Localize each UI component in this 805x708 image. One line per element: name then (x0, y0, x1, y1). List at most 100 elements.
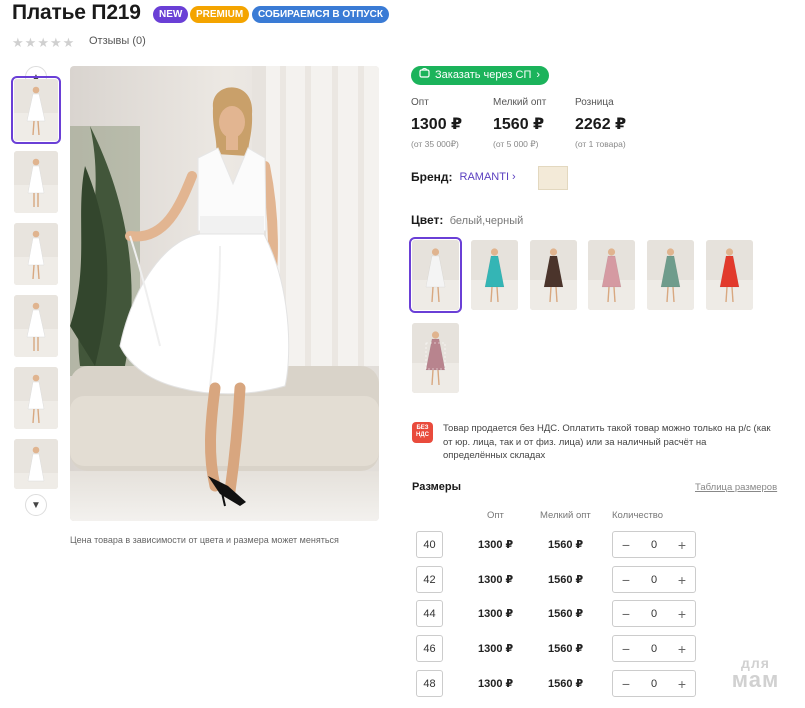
quantity-value[interactable]: 0 (651, 608, 657, 620)
thumbnail[interactable] (14, 439, 58, 489)
color-value: белый,черный (449, 215, 524, 227)
color-swatch[interactable] (530, 240, 577, 310)
minus-icon[interactable]: − (619, 573, 633, 587)
minus-icon[interactable]: − (619, 538, 633, 552)
thumbnail[interactable] (11, 76, 61, 144)
header-opt: Опт (487, 510, 504, 521)
small-opt-price: 1560 ₽ (548, 643, 584, 655)
thumbnail[interactable] (14, 367, 58, 429)
quantity-value[interactable]: 0 (651, 574, 657, 586)
main-product-photo[interactable] (70, 66, 379, 521)
price-retail: Розница 2262 ₽ (от 1 товара) (575, 97, 626, 149)
quantity-value[interactable]: 0 (651, 678, 657, 690)
price-opt: Опт 1300 ₽ (от 35 000₽) (411, 97, 462, 150)
price-note: (от 1 товара) (575, 139, 626, 149)
brand-label: Бренд: (411, 170, 453, 184)
color-swatch[interactable] (647, 240, 694, 310)
plus-icon[interactable]: + (675, 538, 689, 552)
dress-swatch-image (412, 323, 459, 393)
quantity-value[interactable]: 0 (651, 643, 657, 655)
plus-icon[interactable]: + (675, 573, 689, 587)
opt-price: 1300 ₽ (478, 574, 514, 586)
order-via-sp-button[interactable]: Заказать через СП › (411, 66, 550, 85)
dress-swatch-image (706, 240, 753, 310)
small-opt-price: 1560 ₽ (548, 608, 584, 620)
header-small-opt: Мелкий опт (540, 510, 591, 521)
price-label: Розница (575, 97, 614, 108)
dress-thumbnail-image (14, 79, 58, 141)
dress-swatch-image (647, 240, 694, 310)
star-icon: ★ (49, 35, 62, 50)
quantity-stepper[interactable]: − 0 + (612, 600, 696, 627)
small-opt-price: 1560 ₽ (548, 539, 584, 551)
minus-icon[interactable]: − (619, 677, 633, 691)
star-icon: ★ (12, 35, 24, 50)
size-row: 42 1300 ₽ 1560 ₽ − 0 + (0, 566, 805, 594)
thumbnail[interactable] (14, 223, 58, 285)
price-value: 1300 ₽ (411, 116, 463, 133)
price-label: Мелкий опт (493, 97, 547, 108)
chevron-down-icon[interactable]: ▼ (25, 494, 47, 516)
product-title: Платье П219 (12, 1, 141, 24)
size-row: 40 1300 ₽ 1560 ₽ − 0 + (0, 531, 805, 559)
quantity-stepper[interactable]: − 0 + (612, 566, 696, 593)
price-small-opt: Мелкий опт 1560 ₽ (от 5 000 ₽) (493, 97, 546, 150)
dress-thumbnail-image (14, 223, 58, 285)
sizes-title: Размеры (412, 481, 462, 493)
color-swatch[interactable] (706, 240, 753, 310)
watermark-logo: для мам (731, 655, 780, 693)
dress-swatch-image (412, 240, 459, 310)
cart-icon (419, 66, 430, 85)
star-icon: ★ (37, 35, 49, 50)
header-quantity: Количество (612, 510, 664, 521)
plus-icon[interactable]: + (675, 642, 689, 656)
minus-icon[interactable]: − (619, 642, 633, 656)
price-value: 1560 ₽ (493, 116, 545, 133)
brand-logo[interactable] (538, 166, 568, 190)
star-icon: ★ (24, 35, 37, 50)
small-opt-price: 1560 ₽ (548, 678, 584, 690)
minus-icon[interactable]: − (619, 607, 633, 621)
size-row: 46 1300 ₽ 1560 ₽ − 0 + (0, 635, 805, 663)
dress-thumbnail-image (14, 151, 58, 213)
thumbnail-strip: ▲ ▼ (11, 66, 61, 516)
plus-icon[interactable]: + (675, 607, 689, 621)
size-row: 44 1300 ₽ 1560 ₽ − 0 + (0, 600, 805, 628)
opt-price: 1300 ₽ (478, 678, 514, 690)
quantity-value[interactable]: 0 (651, 539, 657, 551)
size-label: 40 (416, 531, 443, 558)
no-vat-icon: БЕЗ НДС (412, 422, 433, 443)
opt-price: 1300 ₽ (478, 608, 514, 620)
size-label: 44 (416, 600, 443, 627)
quantity-stepper[interactable]: − 0 + (612, 635, 696, 662)
dress-swatch-image (471, 240, 518, 310)
vat-notice: Товар продается без НДС. Оплатить такой … (443, 423, 771, 461)
dress-thumbnail-image (14, 439, 58, 489)
dress-swatch-image (588, 240, 635, 310)
plus-icon[interactable]: + (675, 677, 689, 691)
color-row: Цвет: белый,черный (411, 213, 523, 227)
dress-thumbnail-image (14, 295, 58, 357)
quantity-stepper[interactable]: − 0 + (612, 531, 696, 558)
color-swatch[interactable] (588, 240, 635, 310)
size-table-link[interactable]: Таблица размеров (695, 482, 777, 493)
chevron-right-icon: › (536, 69, 541, 81)
quantity-stepper[interactable]: − 0 + (612, 670, 696, 697)
price-note: (от 5 000 ₽) (493, 139, 539, 149)
color-swatch[interactable] (409, 237, 462, 313)
price-label: Опт (411, 97, 429, 108)
thumbnail[interactable] (14, 295, 58, 357)
color-swatch[interactable] (471, 240, 518, 310)
order-button-label: Заказать через СП (435, 69, 532, 81)
brand-row: Бренд: RAMANTI › (411, 170, 516, 184)
brand-link[interactable]: RAMANTI › (460, 171, 516, 183)
color-swatch[interactable] (412, 323, 459, 393)
price-value: 2262 ₽ (575, 116, 627, 133)
badge-vacation: СОБИРАЕМСЯ В ОТПУСК (252, 6, 389, 23)
color-label: Цвет: (411, 213, 444, 227)
reviews-link[interactable]: Отзывы (0) (89, 35, 146, 47)
thumbnail[interactable] (14, 151, 58, 213)
size-label: 48 (416, 670, 443, 697)
badge-new: NEW (153, 6, 189, 23)
small-opt-price: 1560 ₽ (548, 574, 584, 586)
